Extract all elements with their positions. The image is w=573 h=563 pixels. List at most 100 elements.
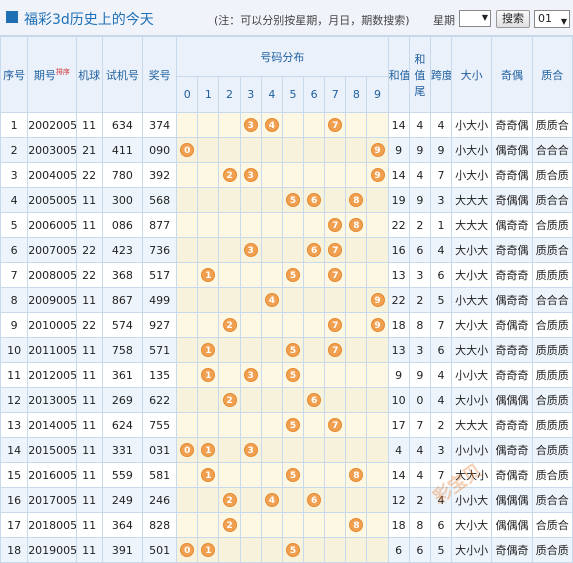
cell-digit: [324, 512, 347, 538]
cell-digit: [260, 387, 283, 413]
sort-icon[interactable]: 排序: [56, 68, 70, 76]
digit-ball: 8: [349, 218, 364, 232]
cell-digit: [260, 137, 283, 163]
cell-seq: 13: [0, 412, 29, 438]
day-select[interactable]: 01 ▼: [534, 10, 570, 28]
col-prime: 质合: [531, 36, 573, 113]
cell-span: 3: [429, 187, 453, 213]
cell-digit: 2: [218, 487, 241, 513]
cell-prize: 755: [141, 412, 178, 438]
digit-ball: 3: [243, 443, 258, 457]
cell-digit: [197, 162, 220, 188]
cell-digit: [218, 537, 241, 563]
cell-digit: [176, 112, 199, 138]
cell-digit: [303, 212, 326, 238]
cell-digit: [345, 137, 368, 163]
cell-digit: [260, 187, 283, 213]
cell-prime: 合质质: [531, 312, 573, 338]
cell-issue: 2007005: [27, 237, 77, 263]
cell-digit: [345, 237, 368, 263]
cell-digit: 8: [345, 462, 368, 488]
cell-digit: 0: [176, 137, 199, 163]
cell-machine: 11: [75, 112, 103, 138]
cell-parity: 偶偶偶: [491, 487, 533, 513]
cell-digit: [260, 512, 283, 538]
cell-digit: [239, 137, 262, 163]
cell-digit: [197, 512, 220, 538]
digit-ball: 6: [307, 243, 322, 257]
cell-digit: [218, 187, 241, 213]
cell-span: 6: [429, 262, 453, 288]
cell-test: 300: [101, 187, 143, 213]
cell-span: 4: [429, 362, 453, 388]
digit-ball: 2: [222, 318, 237, 332]
cell-digit: [260, 262, 283, 288]
cell-prize: 828: [141, 512, 178, 538]
cell-digit: [366, 212, 389, 238]
col-issue[interactable]: 期号排序: [27, 36, 77, 113]
search-button[interactable]: 搜索: [496, 10, 530, 28]
cell-size: 小大小: [451, 162, 493, 188]
cell-sum: 13: [387, 262, 410, 288]
cell-digit: 1: [197, 462, 220, 488]
cell-digit: [366, 487, 389, 513]
cell-sum: 22: [387, 287, 410, 313]
cell-size: 小小小: [451, 437, 493, 463]
digit-ball: 2: [222, 493, 237, 507]
cell-digit: 2: [218, 162, 241, 188]
cell-parity: 奇偶奇: [491, 462, 533, 488]
digit-ball: 3: [243, 243, 258, 257]
cell-digit: 1: [197, 362, 220, 388]
search-note: (注：可以分别按星期，月日，期数搜索): [214, 14, 410, 27]
digit-ball: 5: [285, 543, 300, 557]
cell-prime: 合质质: [531, 387, 573, 413]
table-row: 5 2006005 11 086 877 7 8 22 2 1 大大大 偶奇奇 合质质: [0, 212, 573, 238]
cell-digit: 0: [176, 437, 199, 463]
cell-digit: [197, 137, 220, 163]
cell-digit: 5: [281, 362, 305, 388]
cell-digit: [281, 487, 305, 513]
table-row: 4 2005005 11 300 568 5 6 8 19 9 3 大大大 奇偶偶 质合合: [0, 187, 573, 213]
digit-ball: 5: [285, 268, 300, 282]
cell-test: 269: [101, 387, 143, 413]
col-machine: 机球: [75, 36, 103, 113]
cell-sum: 12: [387, 487, 410, 513]
cell-digit: [260, 212, 283, 238]
cell-digit: [218, 362, 241, 388]
day-select-value: 01: [538, 12, 552, 25]
week-select[interactable]: ▼: [459, 10, 491, 27]
cell-digit: 1: [197, 437, 220, 463]
cell-digit: [260, 337, 283, 363]
digit-ball: 7: [328, 418, 343, 432]
cell-digit: [239, 512, 262, 538]
cell-size: 大小大: [451, 312, 493, 338]
cell-seq: 6: [0, 237, 29, 263]
cell-digit: [176, 287, 199, 313]
cell-issue: 2015005: [27, 437, 77, 463]
cell-prime: 质质质: [531, 362, 573, 388]
table-row: 15 2016005 11 559 581 1 5 8 14 4 7 大大小 奇偶奇 质合质: [0, 462, 573, 488]
cell-prize: 581: [141, 462, 178, 488]
cell-sum-tail: 9: [408, 187, 431, 213]
cell-sum: 6: [387, 537, 410, 563]
digit-ball: 1: [201, 443, 216, 457]
cell-parity: 偶奇奇: [491, 212, 533, 238]
cell-digit: 0: [176, 537, 199, 563]
cell-prime: 质质合: [531, 237, 573, 263]
cell-digit: [176, 512, 199, 538]
cell-seq: 15: [0, 462, 29, 488]
cell-prize: 622: [141, 387, 178, 413]
cell-digit: 2: [218, 387, 241, 413]
digit-ball: 5: [285, 468, 300, 482]
digit-ball: 7: [328, 343, 343, 357]
table-row: 9 2010005 22 574 927 2 7 9 18 8 7 大小大 奇偶奇 合质质: [0, 312, 573, 338]
cell-digit: [303, 312, 326, 338]
cell-digit: 6: [303, 237, 326, 263]
col-span: 跨度: [429, 36, 453, 113]
cell-issue: 2002005: [27, 112, 77, 138]
cell-span: 9: [429, 137, 453, 163]
cell-digit: [345, 337, 368, 363]
cell-digit: [239, 262, 262, 288]
cell-prize: 135: [141, 362, 178, 388]
cell-seq: 5: [0, 212, 29, 238]
